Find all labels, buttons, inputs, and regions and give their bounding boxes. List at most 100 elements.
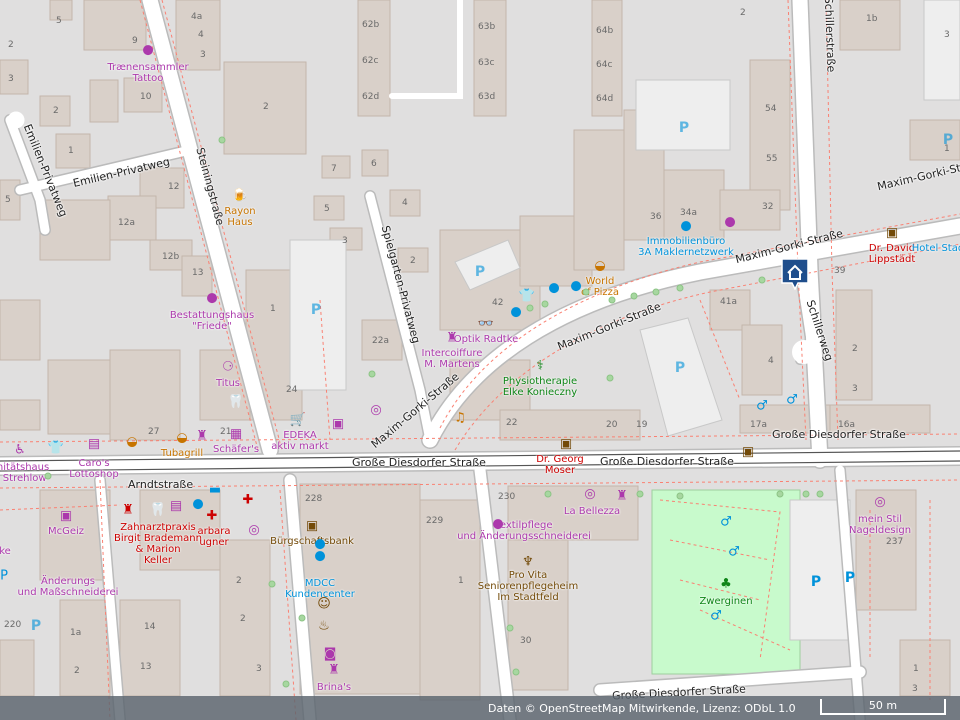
poi-rayon-haus: Rayon Haus <box>224 206 256 228</box>
bicycle-parking-icon: ♂ <box>710 608 722 624</box>
hairdresser-icon: ♜ <box>446 330 458 346</box>
poi-bestattungshaus: Bestattungshaus "Friede" <box>169 310 255 332</box>
housenumber: 30 <box>520 636 532 646</box>
housenumber: 1a <box>70 628 82 638</box>
location-marker[interactable] <box>781 258 809 291</box>
tree-icon <box>758 276 766 284</box>
tree-icon <box>526 304 534 312</box>
poi-dr-moser: Dr. Georg Moser <box>536 454 584 476</box>
map-canvas[interactable]: 4a 4 3 9 10 2 1 2 3 5 12 12a 12b 13 1 24… <box>0 0 960 720</box>
poi-zahnarztpraxis: Zahnarztpraxis Birgit Brademann & Marion… <box>114 522 202 566</box>
supermarket-icon: 🛒 <box>289 412 307 428</box>
shop-icon: ♜ <box>196 428 208 444</box>
shop-icon: ▤ <box>169 498 183 514</box>
tree-icon <box>636 490 644 498</box>
housenumber: 9 <box>132 36 138 46</box>
poi-dr-lippstaedt: Dr. David Lippstädt <box>868 243 916 265</box>
tree-icon <box>652 288 660 296</box>
housenumber: 13 <box>192 268 204 278</box>
scale-label: 50 m <box>868 699 898 712</box>
housenumber: 4a <box>191 12 203 22</box>
housenumber: 1 <box>913 664 919 674</box>
poi-mcgeiz: McGeiz <box>47 526 85 537</box>
housenumber: 2 <box>8 40 14 50</box>
social-facility-icon: ♆ <box>522 554 534 570</box>
housenumber: 1 <box>458 576 464 586</box>
housenumber: 3 <box>912 684 918 694</box>
housenumber: 3 <box>200 50 206 60</box>
housenumber: 64b <box>596 26 614 36</box>
tree-icon <box>368 370 376 378</box>
housenumber: 2 <box>74 666 80 676</box>
office-dot-icon: ● <box>314 536 326 552</box>
shop-icon: ▣ <box>331 416 345 432</box>
tree-icon <box>606 374 614 382</box>
doctor-icon: ▣ <box>741 444 755 460</box>
poi-arbara-ugner: arbara ugner <box>197 526 231 548</box>
housenumber: 34a <box>680 208 697 218</box>
poi-optik-radtke: Optik Radtke <box>453 334 519 345</box>
photo-icon: ◙ <box>323 646 337 662</box>
poi-buergschaftsbank: Bürgschaftsbank <box>270 536 354 547</box>
tree-icon <box>506 624 514 632</box>
shop-icon: ⚆ <box>222 359 234 375</box>
housenumber: 64d <box>596 94 614 104</box>
poi-titus: Titus <box>215 378 241 389</box>
poi-edeka: EDEKA aktiv markt <box>271 430 329 452</box>
housenumber: 39 <box>834 266 846 276</box>
beauty-icon: ◎ <box>248 522 260 538</box>
fast-food-icon: ◒ <box>594 258 606 274</box>
housenumber: 10 <box>140 92 152 102</box>
beauty-icon: ◎ <box>874 494 886 510</box>
dentist-icon: 🦷 <box>227 394 245 410</box>
artwork-icon: ♨ <box>318 618 330 634</box>
housenumber: 5 <box>56 16 62 26</box>
poi-mein-stil: mein Stil Nageldesign <box>848 514 912 536</box>
bicycle-parking-icon: ♂ <box>786 392 798 408</box>
shop-dot-icon: ● <box>206 290 218 306</box>
beer-icon: 🍺 <box>231 188 249 204</box>
housenumber: 2 <box>852 344 858 354</box>
housenumber: 42 <box>492 298 504 308</box>
housenumber: 63c <box>478 58 495 68</box>
info-dot-icon: ● <box>192 496 204 512</box>
poi-ke: ke <box>0 546 11 557</box>
shop-icon: ♿ <box>14 442 26 458</box>
housenumber: 54 <box>765 104 777 114</box>
housenumber: 36 <box>650 212 662 222</box>
housenumber: 3 <box>944 30 950 40</box>
attribution-text[interactable]: Daten © OpenStreetMap Mitwirkende, Lizen… <box>488 702 796 715</box>
tree-icon <box>582 288 590 296</box>
tree-icon <box>676 492 684 500</box>
office-dot-icon: ● <box>680 218 692 234</box>
tree-icon <box>298 614 306 622</box>
bicycle-parking-icon: ♂ <box>720 514 732 530</box>
housenumber: 1 <box>270 304 276 314</box>
beauty-icon: ◎ <box>370 402 382 418</box>
theatre-icon: ☺ <box>317 596 331 612</box>
bus-stop-icon: ▬ <box>208 482 222 498</box>
housenumber: 230 <box>498 492 516 502</box>
housenumber: 22a <box>372 336 389 346</box>
tree-icon <box>44 472 52 480</box>
housenumber: 12b <box>162 252 180 262</box>
physiotherapy-icon: ⚕ <box>536 358 544 374</box>
street-arndtstrasse: Arndtstraße <box>128 478 194 491</box>
poi-intercoiffure: Intercoiffure M. Martens <box>421 348 483 370</box>
tree-icon <box>776 490 784 498</box>
housenumber: 24 <box>286 385 298 395</box>
poi-tattoo: Trænensammler Tattoo <box>107 62 189 84</box>
doctor-icon: ▣ <box>559 436 573 452</box>
shop-dot-icon: ● <box>570 278 582 294</box>
housenumber: 7 <box>331 164 337 174</box>
housenumber: 228 <box>305 494 323 504</box>
shop-icon: ▣ <box>59 508 73 524</box>
shop-dot-icon: ● <box>548 280 560 296</box>
poi-sanitaetshaus: anitätshaus e Strehlow <box>0 462 50 484</box>
parking-icon: P <box>0 568 8 584</box>
street-grosse-diesdorfer: Große Diesdorfer Straße <box>352 456 486 469</box>
bicycle-parking-icon: ♂ <box>728 544 740 560</box>
poi-aenderungsschneiderei: Änderungs und Maßschneiderei <box>17 576 119 598</box>
clothes-icon: 👕 <box>518 288 536 304</box>
beauty-icon: ◎ <box>584 486 596 502</box>
